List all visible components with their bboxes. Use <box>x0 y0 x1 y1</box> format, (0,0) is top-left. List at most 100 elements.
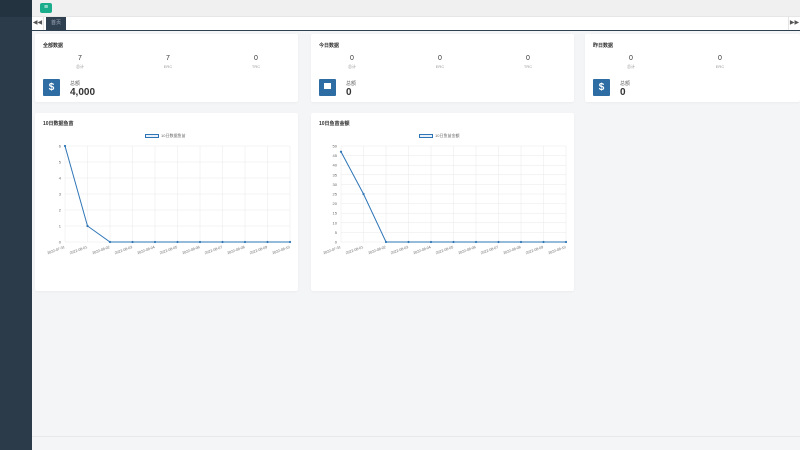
line-chart: 01234562022-07-31 2022-08-01 2022-08-02 202… <box>47 144 292 255</box>
stat-value: 0 <box>254 55 258 62</box>
x-tick-label: 2022-08-05 <box>435 245 454 255</box>
data-point <box>198 240 202 244</box>
x-tick-label: 2022-08-10 <box>548 245 567 255</box>
y-tick-label: 35 <box>333 172 338 177</box>
x-tick-label: 2022-08-07 <box>480 245 499 255</box>
dollar-icon: $ <box>43 79 60 96</box>
stat-label: TRC <box>251 64 261 69</box>
y-tick-label: 4 <box>59 176 62 181</box>
x-tick-label: 2022-08-07 <box>204 245 223 255</box>
data-point <box>221 240 224 244</box>
stat-total: 0 总计 <box>327 55 377 70</box>
stat-value: 7 <box>78 55 82 62</box>
stat-value: 0 <box>438 55 442 62</box>
x-tick-label: 2022-08-02 <box>368 245 387 255</box>
top-bar: ≡ <box>32 0 800 17</box>
y-tick-label: 50 <box>333 144 338 149</box>
data-point <box>519 240 523 244</box>
stat-trc: 0 TRC <box>503 55 553 69</box>
dollar-icon: $ <box>593 79 610 96</box>
x-tick-label: 2022-08-01 <box>345 245 364 255</box>
data-point <box>452 240 455 244</box>
y-tick-label: 10 <box>333 220 338 225</box>
y-tick-label: 15 <box>333 211 338 216</box>
main-content: 全部数据 7 总计 7 ERC 0 TRC $ 总额 4,000 今日数据 0 … <box>32 31 800 450</box>
y-tick-label: 20 <box>333 201 338 206</box>
x-tick-label: 2022-08-01 <box>69 245 88 255</box>
y-tick-label: 5 <box>335 230 338 235</box>
total-label: 总额 <box>70 81 81 87</box>
data-point <box>153 240 157 244</box>
data-point <box>384 240 388 244</box>
data-point <box>86 224 89 228</box>
total-label: 总额 <box>346 81 357 87</box>
x-tick-label: 2022-08-10 <box>272 245 291 255</box>
x-tick-label: 2022-08-06 <box>182 245 201 255</box>
y-tick-label: 30 <box>333 182 338 187</box>
x-tick-label: 2022-07-31 <box>323 245 342 255</box>
stat-label: ERC <box>163 64 173 69</box>
stat-value: 0 <box>350 55 354 62</box>
data-point <box>497 240 500 244</box>
stat-trc: 0 TRC <box>231 55 281 69</box>
data-point <box>63 144 67 148</box>
stat-erc: 0 ERC <box>415 55 465 69</box>
line-chart: 0 5 10 15 20 25 30 35 40 45 50 2022-07-31 2022-08-01… <box>323 144 568 255</box>
tab-home[interactable]: 首页 <box>46 17 67 30</box>
x-tick-label: 2022-08-06 <box>458 245 477 255</box>
x-tick-label: 2022-08-09 <box>525 245 544 255</box>
stat-erc: 0 ERC <box>695 55 745 69</box>
tab-bar: ◀◀ 首页 ▶▶ <box>32 17 800 31</box>
x-tick-label: 2022-08-04 <box>137 245 156 255</box>
chart-card-fish-count: 10日数据鱼苗 10日数据鱼苗 0 1 2 3 4 5 6 2022-07-31 2022-08… <box>35 113 298 291</box>
stat-erc: 7 ERC <box>143 55 193 69</box>
total-value: 0 <box>620 87 626 98</box>
menu-icon: ≡ <box>43 4 49 11</box>
x-tick-label: 2022-08-08 <box>227 245 246 255</box>
stat-value: 0 <box>629 55 633 62</box>
data-point <box>266 240 269 244</box>
stat-label: 总计 <box>76 64 84 69</box>
stat-total: 7 总计 <box>55 55 105 70</box>
total-value: 4,000 <box>70 87 96 98</box>
square-icon <box>319 79 336 96</box>
x-tick-label: 2022-08-03 <box>114 245 133 255</box>
data-point <box>288 240 292 244</box>
data-point <box>243 240 247 244</box>
sidebar <box>0 0 32 450</box>
card-title: 今日数据 <box>319 43 340 49</box>
data-point <box>108 240 112 244</box>
stat-value: 7 <box>166 55 170 62</box>
menu-toggle-button[interactable]: ≡ <box>40 3 52 13</box>
y-tick-label: 40 <box>333 163 338 168</box>
stats-card-yesterday: 昨日数据 0 总计 0 ERC $ 总额 0 <box>585 34 800 102</box>
y-tick-label: 6 <box>59 144 62 149</box>
footer-divider <box>32 436 800 437</box>
y-tick-label: 0 <box>335 240 338 245</box>
data-point <box>131 240 134 244</box>
stat-value: 0 <box>718 55 722 62</box>
stat-label: 总计 <box>627 64 635 69</box>
x-tick-label: 2022-08-02 <box>92 245 111 255</box>
data-point <box>429 240 433 244</box>
data-point <box>407 240 410 244</box>
double-chevron-left-icon: ◀◀ <box>32 20 43 26</box>
y-tick-label: 2 <box>59 208 62 213</box>
x-tick-label: 2022-08-05 <box>159 245 178 255</box>
x-tick-label: 2022-08-08 <box>503 245 522 255</box>
tab-scroll-right-button[interactable]: ▶▶ <box>788 17 800 30</box>
data-point <box>176 240 179 244</box>
y-tick-label: 25 <box>333 192 338 197</box>
stat-label: 总计 <box>348 64 356 69</box>
x-tick-label: 2022-08-09 <box>249 245 268 255</box>
stats-card-all: 全部数据 7 总计 7 ERC 0 TRC $ 总额 4,000 <box>35 34 298 102</box>
chart-card-fish-amount: 10日鱼苗金额 10日鱼苗金额 0 5 10 15 20 25 30 35 40 45 50 2022… <box>311 113 574 291</box>
tab-scroll-left-button[interactable]: ◀◀ <box>32 17 44 30</box>
y-tick-label: 45 <box>333 153 338 158</box>
stat-value: 0 <box>526 55 530 62</box>
data-point <box>474 240 478 244</box>
x-tick-label: 2022-07-31 <box>47 245 66 255</box>
sidebar-header <box>0 0 32 17</box>
data-point <box>339 150 343 153</box>
x-tick-label: 2022-08-04 <box>413 245 432 255</box>
